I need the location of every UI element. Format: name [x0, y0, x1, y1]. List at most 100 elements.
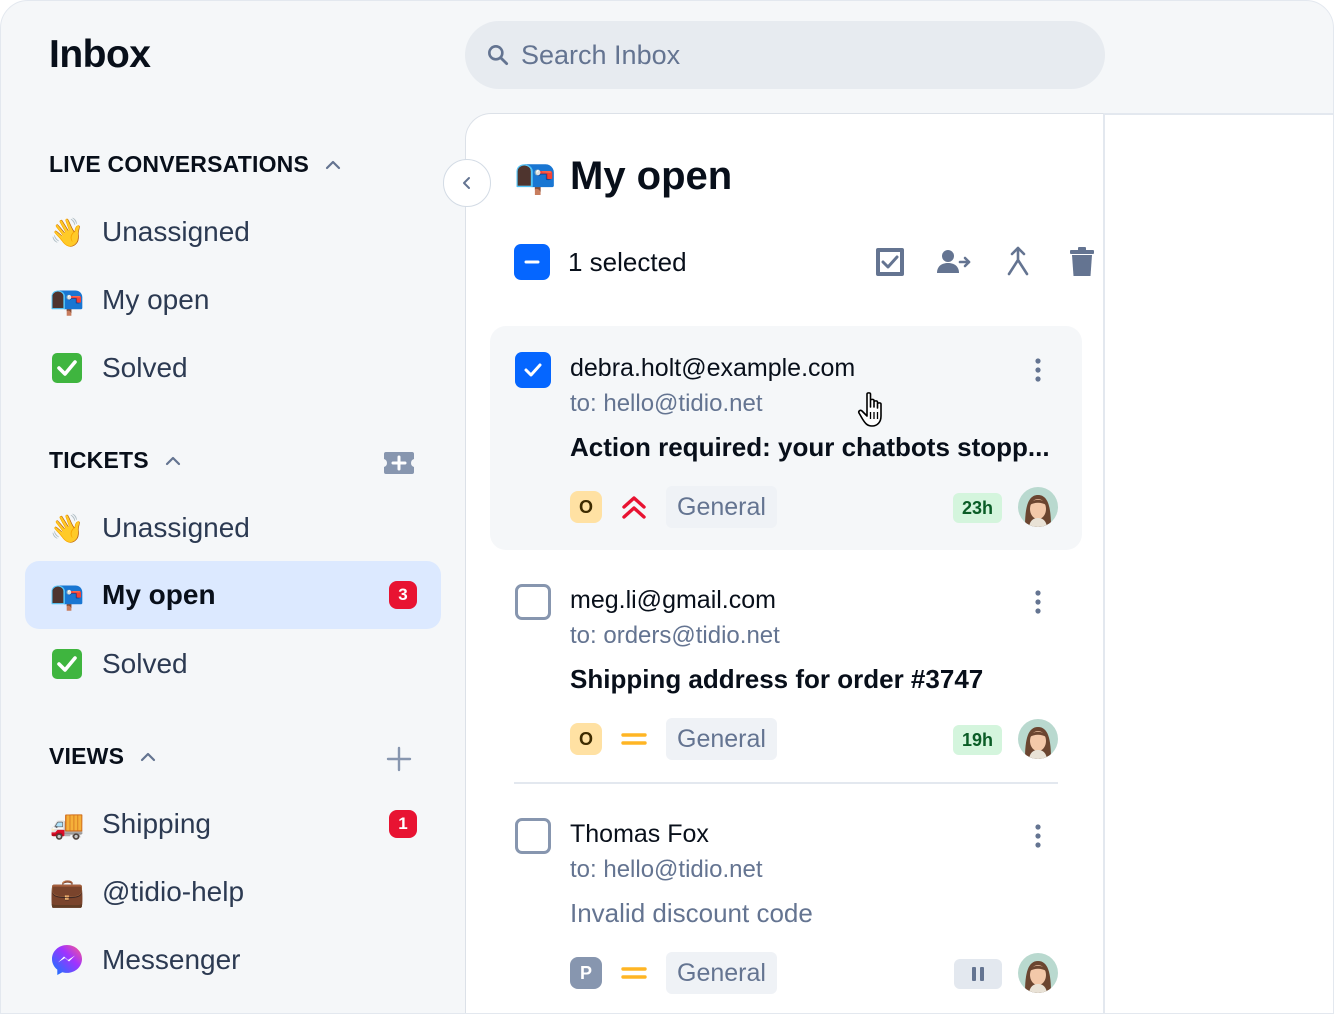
- section-title: LIVE CONVERSATIONS: [49, 151, 310, 177]
- briefcase-icon: 💼: [49, 875, 85, 909]
- kebab-menu-icon: [1035, 358, 1041, 382]
- assign-button[interactable]: [934, 242, 974, 282]
- ticket-age: 19h: [952, 725, 1002, 755]
- messenger-icon: [49, 942, 85, 978]
- section-title: TICKETS: [49, 447, 149, 473]
- chevron-left-icon: [463, 177, 470, 189]
- hand-cursor-icon: [857, 392, 882, 427]
- sidebar-item-label: Unassigned: [102, 512, 250, 543]
- inbox-app: Inbox LIVE CONVERSATIONS 👋 Unassigned 📭 …: [0, 0, 1334, 1014]
- add-view-button[interactable]: [381, 741, 417, 777]
- sidebar-item-live-my-open[interactable]: 📭 My open: [25, 266, 441, 334]
- user-assign-icon: [937, 250, 971, 273]
- ticket-sender: Thomas Fox: [570, 820, 709, 848]
- sidebar-item-view-tidio-help[interactable]: 💼 @tidio-help: [25, 858, 441, 926]
- add-ticket-icon: [384, 452, 414, 474]
- ticket-sender: debra.holt@example.com: [570, 354, 856, 382]
- chevron-up-icon[interactable]: [163, 451, 183, 471]
- check-square-icon: [876, 248, 904, 276]
- ticket-meta: O General 19h: [570, 718, 1058, 760]
- sidebar-item-live-unassigned[interactable]: 👋 Unassigned: [25, 198, 441, 266]
- kebab-menu-icon: [1035, 590, 1041, 614]
- ticket-meta: P General: [570, 952, 1058, 994]
- priority-medium-icon: [618, 723, 650, 755]
- sidebar-item-label: @tidio-help: [102, 876, 245, 907]
- page-title: 📭 My open: [514, 154, 732, 199]
- count-badge: 1: [389, 810, 417, 838]
- merge-icon: [1007, 246, 1029, 276]
- ticket-card[interactable]: Thomas Fox to: hello@tidio.net Invalid d…: [490, 792, 1082, 1012]
- sidebar-item-label: Messenger: [102, 944, 241, 975]
- chevron-up-icon[interactable]: [138, 747, 158, 767]
- sidebar-item-view-messenger[interactable]: Messenger: [25, 926, 441, 994]
- check-mark-icon: [49, 646, 85, 682]
- search-input[interactable]: [521, 39, 1041, 71]
- count-badge: 3: [389, 581, 417, 609]
- list-divider: [514, 782, 1058, 784]
- sidebar-item-tickets-solved[interactable]: Solved: [25, 630, 441, 698]
- more-options-button[interactable]: [1024, 354, 1052, 386]
- search-bar[interactable]: [465, 21, 1105, 89]
- tickets-header[interactable]: TICKETS: [49, 447, 183, 474]
- sidebar-item-label: Shipping: [102, 808, 211, 839]
- delete-button[interactable]: [1062, 242, 1102, 282]
- avatar: [1018, 719, 1058, 759]
- avatar: [1018, 487, 1058, 527]
- ticket-card[interactable]: debra.holt@example.com to: hello@tidio.n…: [490, 326, 1082, 550]
- avatar: [1018, 953, 1058, 993]
- more-options-button[interactable]: [1024, 586, 1052, 618]
- status-badge: O: [570, 491, 602, 523]
- ticket-subject: Action required: your chatbots stopp...: [570, 432, 1050, 462]
- select-all-checkbox[interactable]: [514, 244, 550, 280]
- ticket-subject: Shipping address for order #3747: [570, 664, 984, 694]
- ticket-recipient: to: orders@tidio.net: [570, 622, 780, 649]
- sidebar-item-label: My open: [102, 579, 216, 610]
- ticket-checkbox[interactable]: [515, 352, 551, 388]
- kebab-menu-icon: [1035, 824, 1041, 848]
- search-icon: [488, 45, 509, 66]
- add-ticket-button[interactable]: [381, 445, 417, 481]
- waving-hand-icon: 👋: [49, 215, 85, 249]
- merge-button[interactable]: [998, 242, 1038, 282]
- sidebar-item-label: Solved: [102, 352, 188, 383]
- ticket-recipient: to: hello@tidio.net: [570, 390, 763, 417]
- sidebar-item-label: Unassigned: [102, 216, 250, 247]
- sidebar-item-live-solved[interactable]: Solved: [25, 334, 441, 402]
- detail-pane: [1105, 113, 1333, 1013]
- ticket-tag: General: [666, 486, 777, 528]
- paused-indicator: [954, 959, 1002, 989]
- sidebar-item-view-shipping[interactable]: 🚚 Shipping 1: [25, 790, 441, 858]
- chevron-up-icon[interactable]: [323, 155, 343, 175]
- mailbox-icon: 📭: [49, 283, 85, 317]
- ticket-tag: General: [666, 718, 777, 760]
- mark-solved-button[interactable]: [870, 242, 910, 282]
- sidebar-item-tickets-unassigned[interactable]: 👋 Unassigned: [25, 494, 441, 562]
- app-title: Inbox: [49, 33, 151, 76]
- check-mark-icon: [49, 350, 85, 386]
- mailbox-icon: 📭: [49, 578, 85, 612]
- ticket-sender: meg.li@gmail.com: [570, 586, 776, 614]
- pause-icon: [972, 967, 984, 981]
- delivery-truck-icon: 🚚: [49, 807, 85, 841]
- sidebar-item-tickets-my-open[interactable]: 📭 My open 3: [25, 561, 441, 629]
- views-header[interactable]: VIEWS: [49, 743, 158, 770]
- live-conversations-header[interactable]: LIVE CONVERSATIONS: [49, 151, 343, 178]
- priority-urgent-icon: [618, 491, 650, 523]
- collapse-sidebar-button[interactable]: [443, 159, 491, 207]
- ticket-list-panel: 📭 My open 1 selected debra.holt@example.…: [465, 113, 1105, 1013]
- ticket-subject: Invalid discount code: [570, 898, 813, 928]
- ticket-checkbox[interactable]: [515, 584, 551, 620]
- sidebar-item-label: Solved: [102, 648, 188, 679]
- more-options-button[interactable]: [1024, 820, 1052, 852]
- ticket-tag: General: [666, 952, 777, 994]
- ticket-recipient: to: hello@tidio.net: [570, 856, 763, 883]
- ticket-card[interactable]: meg.li@gmail.com to: orders@tidio.net Sh…: [490, 558, 1082, 778]
- ticket-checkbox[interactable]: [515, 818, 551, 854]
- trash-icon: [1070, 247, 1094, 276]
- waving-hand-icon: 👋: [49, 511, 85, 545]
- bulk-selection-bar: 1 selected: [514, 242, 1094, 282]
- selection-count: 1 selected: [568, 246, 687, 277]
- plus-icon: [386, 746, 412, 772]
- status-badge: O: [570, 723, 602, 755]
- sidebar-item-label: My open: [102, 284, 210, 315]
